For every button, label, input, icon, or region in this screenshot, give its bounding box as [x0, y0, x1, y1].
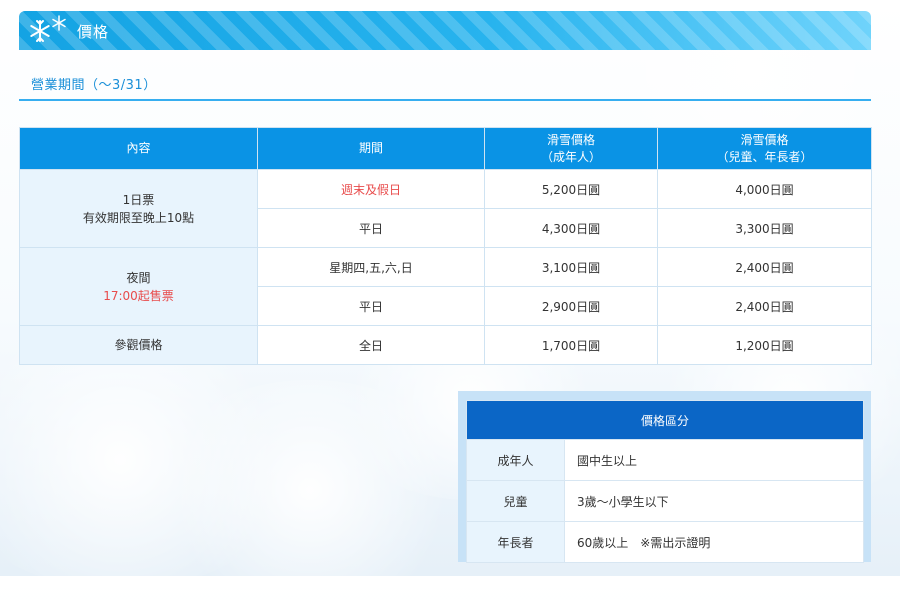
table-row: 年長者 60歲以上 ※需出示證明	[466, 521, 865, 563]
table-row: 兒童 3歲～小學生以下	[466, 480, 865, 522]
header-child-line2: （兒童、年長者）	[716, 149, 813, 164]
period-cell: 全日	[257, 325, 485, 365]
period-cell: 星期四,五,六,日	[257, 247, 485, 287]
child-price-cell: 3,300日圓	[657, 208, 872, 248]
season-period: 營業期間（～3/31）	[31, 78, 157, 93]
class-value: 60歲以上 ※需出示證明	[563, 521, 865, 563]
adult-price-cell: 5,200日圓	[484, 169, 658, 209]
divider	[19, 99, 871, 101]
period-cell: 週末及假日	[257, 169, 485, 209]
header-content: 內容	[19, 127, 258, 170]
child-price-cell: 1,200日圓	[657, 325, 872, 365]
adult-price-cell: 4,300日圓	[484, 208, 658, 248]
category-note: 17:00起售票	[103, 288, 174, 303]
snowflake-icon	[30, 15, 66, 42]
adult-price-cell: 3,100日圓	[484, 247, 658, 287]
adult-price-cell: 1,700日圓	[484, 325, 658, 365]
category-night: 夜間 17:00起售票	[19, 247, 258, 326]
header-adult-price: 滑雪價格 （成年人）	[484, 127, 658, 170]
period-cell: 平日	[257, 208, 485, 248]
header-adult-line2: （成年人）	[540, 149, 601, 164]
period-cell: 平日	[257, 286, 485, 326]
table-row: 1日票有效期限至晚上10點 週末及假日 5,200日圓 4,000日圓	[19, 169, 872, 248]
section-title: 價格	[77, 23, 110, 41]
category-day-ticket: 1日票有效期限至晚上10點	[19, 169, 258, 248]
price-table: 內容 期間 滑雪價格 （成年人） 滑雪價格 （兒童、年長者） 1日票有效期限至晚上1…	[19, 127, 872, 365]
table-row: 參觀價格 全日 1,700日圓 1,200日圓	[19, 325, 872, 365]
class-value: 3歲～小學生以下	[563, 480, 865, 522]
class-label: 年長者	[466, 521, 565, 563]
category-name: 1日票	[122, 192, 155, 207]
classification-table: 價格區分 成年人 國中生以上 兒童 3歲～小學生以下 年長者 60歲以上 ※需出…	[465, 400, 865, 563]
price-classification-box: 價格區分 成年人 國中生以上 兒童 3歲～小學生以下 年長者 60歲以上 ※需出…	[458, 391, 871, 563]
header-period: 期間	[257, 127, 485, 170]
category-note: 有效期限至晚上10點	[82, 210, 195, 225]
table-row: 夜間 17:00起售票 星期四,五,六,日 3,100日圓 2,400日圓	[19, 247, 872, 326]
child-price-cell: 4,000日圓	[657, 169, 872, 209]
class-value: 國中生以上	[563, 439, 865, 481]
class-label: 兒童	[466, 480, 565, 522]
section-header: 價格	[19, 11, 871, 50]
child-price-cell: 2,400日圓	[657, 286, 872, 326]
class-label: 成年人	[466, 439, 565, 481]
category-viewing: 參觀價格	[19, 325, 258, 365]
adult-price-cell: 2,900日圓	[484, 286, 658, 326]
classification-title: 價格區分	[465, 400, 865, 440]
category-name: 夜間	[126, 270, 151, 285]
header-adult-line1: 滑雪價格	[546, 132, 595, 147]
table-row: 成年人 國中生以上	[466, 439, 865, 481]
header-child-line1: 滑雪價格	[740, 132, 789, 147]
header-child-price: 滑雪價格 （兒童、年長者）	[657, 127, 872, 170]
child-price-cell: 2,400日圓	[657, 247, 872, 287]
